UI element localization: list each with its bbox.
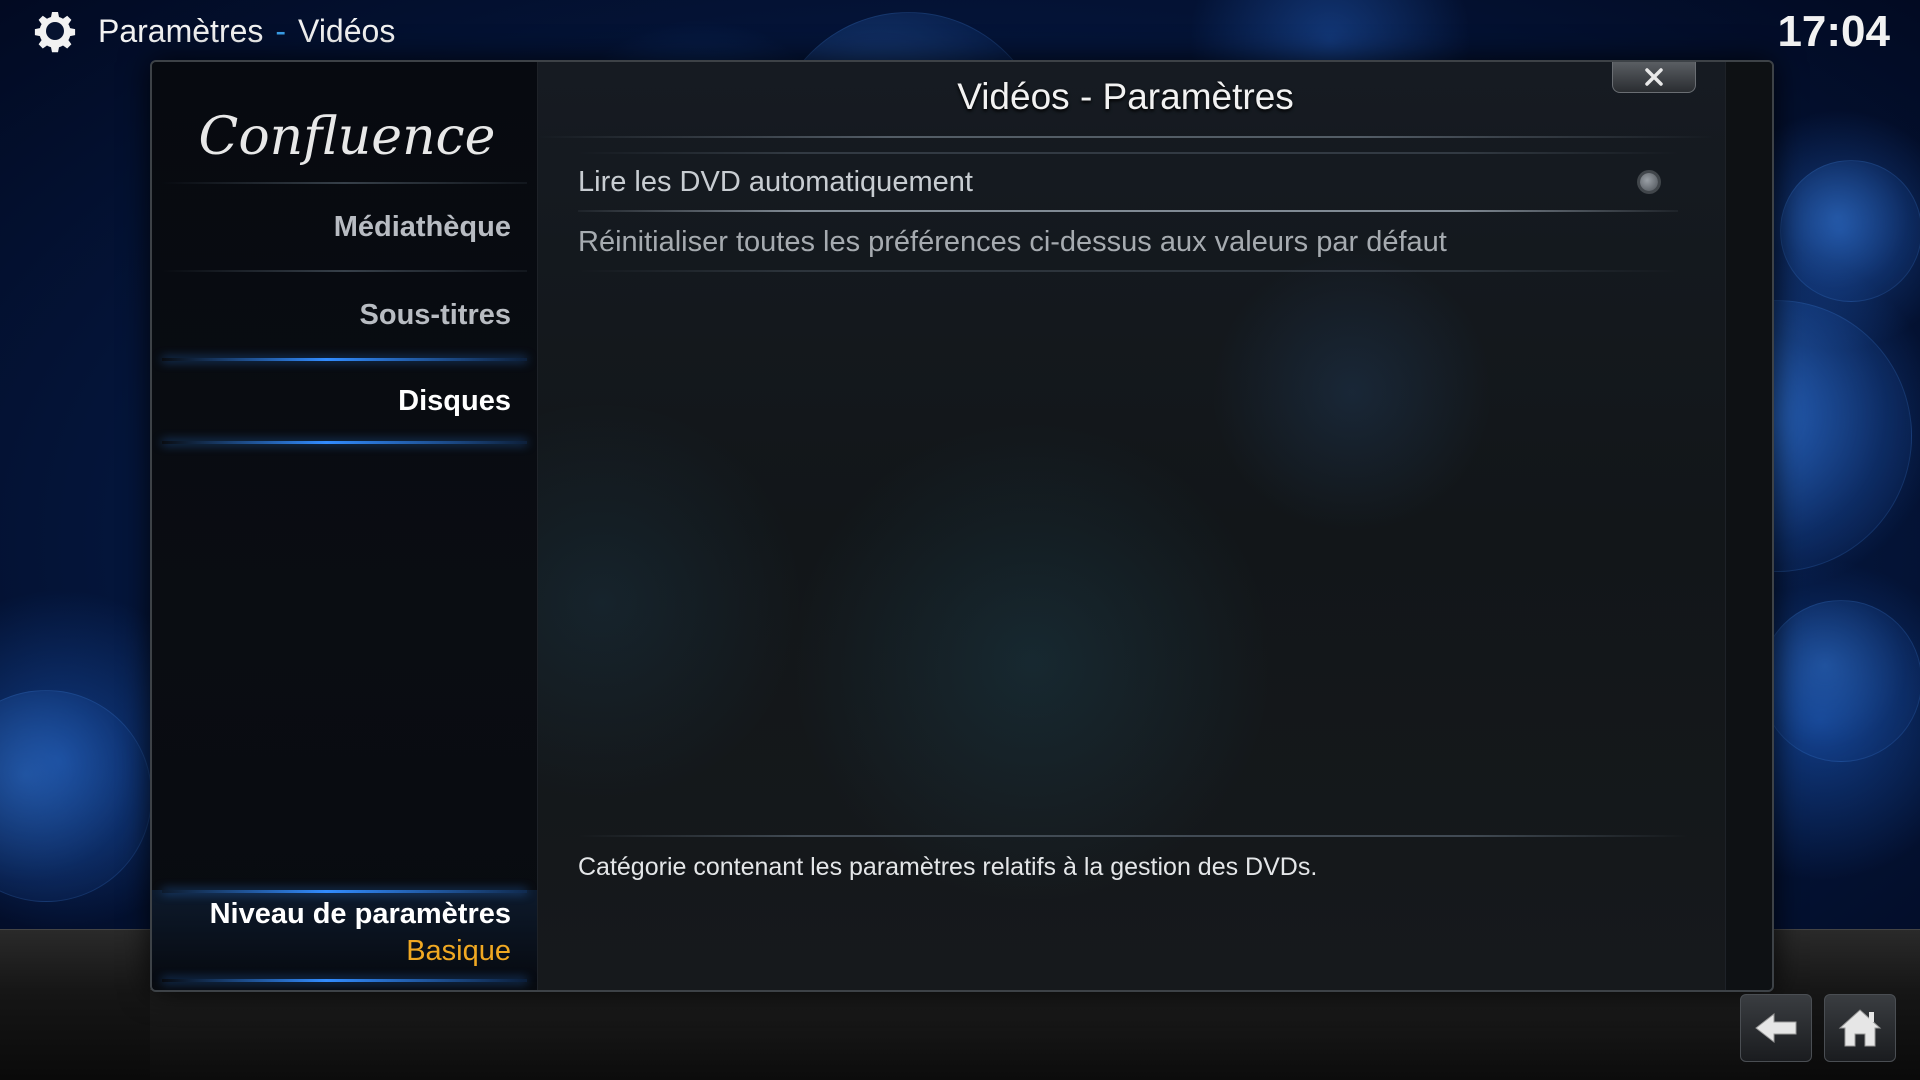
sidebar-item-mediatheque[interactable]: Médiathèque: [152, 184, 537, 270]
clock: 17:04: [1777, 7, 1890, 56]
background-bubble: [1760, 600, 1920, 762]
settings-level-value: Basique: [406, 935, 511, 967]
breadcrumb-section: Paramètres: [98, 12, 264, 49]
settings-level-button[interactable]: Niveau de paramètres Basique: [152, 890, 537, 982]
scrollbar-track[interactable]: [1725, 62, 1772, 990]
dialog-title: Vidéos - Paramètres: [957, 76, 1294, 117]
setting-label: Réinitialiser toutes les préférences ci-…: [578, 225, 1447, 258]
sidebar-item-label: Disques: [398, 384, 511, 417]
confluence-logo: Confluence: [199, 107, 496, 167]
title-divider: [538, 136, 1713, 138]
home-icon: [1838, 1009, 1882, 1047]
breadcrumb: Paramètres - Vidéos: [30, 6, 395, 56]
row-divider-focused: [578, 210, 1678, 212]
sidebar-item-disques[interactable]: Disques: [152, 358, 537, 444]
row-divider: [578, 270, 1678, 272]
bottom-strip: [150, 989, 1770, 1080]
kodi-screen: Paramètres - Vidéos 17:04 Confluence Méd…: [0, 0, 1920, 1080]
settings-level-label: Niveau de paramètres: [209, 898, 511, 930]
back-arrow-icon: [1755, 1012, 1797, 1044]
gear-icon: [34, 11, 76, 53]
background-bubble: [0, 690, 152, 902]
setting-label: Lire les DVD automatiquement: [578, 165, 973, 198]
settings-content: Vidéos - Paramètres Lire les DVD automat…: [538, 62, 1713, 990]
description-divider: [578, 835, 1688, 837]
logo-text: Confluence: [199, 107, 496, 167]
breadcrumb-subsection: Vidéos: [298, 12, 396, 49]
close-icon: [1645, 68, 1663, 86]
category-sidebar: Confluence Médiathèque Sous-titres Disqu…: [152, 62, 538, 990]
sidebar-item-label: Sous-titres: [359, 298, 511, 331]
sidebar-item-label: Médiathèque: [333, 210, 511, 243]
setting-autoplay-dvd[interactable]: Lire les DVD automatiquement: [578, 154, 1678, 210]
settings-dialog: Confluence Médiathèque Sous-titres Disqu…: [150, 60, 1774, 992]
setting-reset-defaults[interactable]: Réinitialiser toutes les préférences ci-…: [578, 214, 1678, 270]
home-button[interactable]: [1824, 994, 1896, 1062]
sidebar-item-sous-titres[interactable]: Sous-titres: [152, 272, 537, 358]
radio-button-off[interactable]: [1640, 173, 1658, 191]
close-button[interactable]: [1612, 62, 1696, 93]
breadcrumb-separator: -: [275, 12, 287, 49]
setting-description: Catégorie contenant les paramètres relat…: [578, 853, 1318, 881]
background-bubble: [1780, 160, 1920, 302]
back-button[interactable]: [1740, 994, 1812, 1062]
